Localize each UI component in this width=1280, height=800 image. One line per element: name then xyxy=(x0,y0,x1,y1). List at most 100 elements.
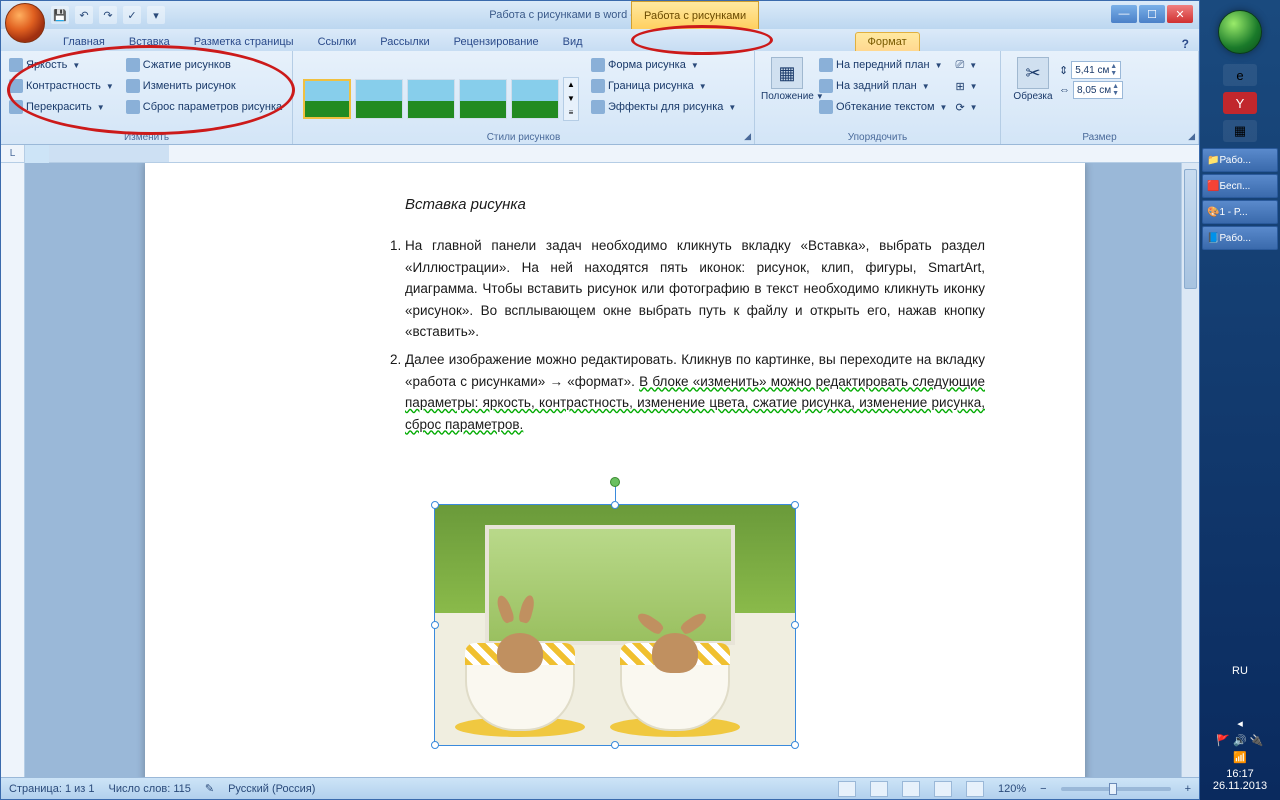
tab-insert[interactable]: Вставка xyxy=(117,33,182,51)
send-to-back-button[interactable]: На задний план▼ xyxy=(817,76,949,96)
taskbar-item[interactable]: 📘 Рабо... xyxy=(1202,226,1278,250)
zoom-out-button[interactable]: − xyxy=(1040,783,1046,795)
styles-dialog-launcher[interactable]: ◢ xyxy=(744,131,751,142)
status-proofing-icon[interactable]: ✎ xyxy=(205,782,214,795)
tab-view[interactable]: Вид xyxy=(551,33,595,51)
zoom-level[interactable]: 120% xyxy=(998,783,1026,795)
vertical-scrollbar[interactable] xyxy=(1181,163,1199,777)
view-outline-button[interactable] xyxy=(934,781,952,797)
view-full-screen-button[interactable] xyxy=(870,781,888,797)
brightness-button[interactable]: Яркость▼ xyxy=(7,55,116,75)
document-area: Вставка рисунка На главной панели задач … xyxy=(1,163,1199,777)
vertical-ruler[interactable] xyxy=(1,163,25,777)
tab-home[interactable]: Главная xyxy=(51,33,117,51)
qat-redo-icon[interactable]: ↷ xyxy=(99,6,117,24)
language-indicator[interactable]: RU xyxy=(1200,665,1280,677)
tab-review[interactable]: Рецензирование xyxy=(442,33,551,51)
taskbar-item[interactable]: 📁 Рабо... xyxy=(1202,148,1278,172)
taskbar-item[interactable]: 🟥 Бесп... xyxy=(1202,174,1278,198)
group-label-arrange: Упорядочить xyxy=(755,132,1000,143)
position-button[interactable]: ▦ Положение▼ xyxy=(761,53,813,144)
tray-app-icon[interactable]: ▦ xyxy=(1223,120,1257,142)
rotate-button[interactable]: ⟳▼ xyxy=(953,97,979,117)
text-wrapping-button[interactable]: Обтекание текстом▼ xyxy=(817,97,949,117)
scrollbar-thumb[interactable] xyxy=(1184,169,1197,289)
resize-handle[interactable] xyxy=(791,501,799,509)
picture-styles-gallery[interactable]: ▲▼≡ xyxy=(299,53,583,144)
resize-handle[interactable] xyxy=(791,621,799,629)
view-print-layout-button[interactable] xyxy=(838,781,856,797)
style-thumb[interactable] xyxy=(303,79,351,119)
picture-border-button[interactable]: Граница рисунка▼ xyxy=(589,76,738,96)
taskbar-item[interactable]: 🎨 1 - P... xyxy=(1202,200,1278,224)
close-button[interactable]: ✕ xyxy=(1167,5,1193,23)
status-word-count[interactable]: Число слов: 115 xyxy=(109,783,191,795)
change-picture-button[interactable]: Изменить рисунок xyxy=(124,76,284,96)
resize-handle[interactable] xyxy=(431,741,439,749)
systray-icons[interactable]: 🚩 🔊 🔌 xyxy=(1200,734,1280,747)
picture-shape-button[interactable]: Форма рисунка▼ xyxy=(589,55,738,75)
systray-signal-icon[interactable]: 📶 xyxy=(1200,751,1280,764)
width-input[interactable]: 8,05 см▲▼ xyxy=(1073,81,1123,99)
qat-save-icon[interactable]: 💾 xyxy=(51,6,69,24)
front-icon xyxy=(819,58,833,72)
height-input[interactable]: 5,41 см▲▼ xyxy=(1071,61,1121,79)
start-button[interactable] xyxy=(1218,10,1262,54)
qat-more-icon[interactable]: ▾ xyxy=(147,6,165,24)
reset-icon xyxy=(126,100,140,114)
crop-button[interactable]: ✂ Обрезка xyxy=(1007,53,1059,144)
tab-page-layout[interactable]: Разметка страницы xyxy=(182,33,306,51)
zoom-in-button[interactable]: + xyxy=(1185,783,1191,795)
group-button[interactable]: ⊞▼ xyxy=(953,76,979,96)
resize-handle[interactable] xyxy=(791,741,799,749)
status-bar: Страница: 1 из 1 Число слов: 115 ✎ Русск… xyxy=(1,777,1199,799)
compress-pictures-button[interactable]: Сжатие рисунков xyxy=(124,55,284,75)
style-thumb[interactable] xyxy=(459,79,507,119)
brightness-icon xyxy=(9,58,23,72)
maximize-button[interactable]: ☐ xyxy=(1139,5,1165,23)
horizontal-ruler[interactable] xyxy=(49,145,1199,163)
style-thumb[interactable] xyxy=(407,79,455,119)
contrast-icon xyxy=(9,79,23,93)
style-thumb[interactable] xyxy=(511,79,559,119)
rotate-handle[interactable] xyxy=(610,477,620,487)
document-page[interactable]: Вставка рисунка На главной панели задач … xyxy=(145,163,1085,777)
ruler-corner[interactable]: L xyxy=(1,145,25,163)
style-thumb[interactable] xyxy=(355,79,403,119)
recolor-button[interactable]: Перекрасить▼ xyxy=(7,97,116,117)
size-dialog-launcher[interactable]: ◢ xyxy=(1188,131,1195,142)
bring-to-front-button[interactable]: На передний план▼ xyxy=(817,55,949,75)
view-web-layout-button[interactable] xyxy=(902,781,920,797)
clock-time[interactable]: 16:17 xyxy=(1200,768,1280,780)
contrast-button[interactable]: Контрастность▼ xyxy=(7,76,116,96)
status-page[interactable]: Страница: 1 из 1 xyxy=(9,783,95,795)
help-icon[interactable]: ? xyxy=(1182,37,1189,51)
qat-spelling-icon[interactable]: ✓ xyxy=(123,6,141,24)
zoom-slider[interactable] xyxy=(1061,787,1171,791)
resize-handle[interactable] xyxy=(611,741,619,749)
ribbon-tabs: Главная Вставка Разметка страницы Ссылки… xyxy=(1,29,1199,51)
tray-yandex-icon[interactable]: Y xyxy=(1223,92,1257,114)
group-label-styles: Стили рисунков xyxy=(293,132,754,143)
qat-undo-icon[interactable]: ↶ xyxy=(75,6,93,24)
status-language[interactable]: Русский (Россия) xyxy=(228,783,315,795)
tab-mailings[interactable]: Рассылки xyxy=(368,33,441,51)
align-button[interactable]: ⎚▼ xyxy=(953,55,979,75)
clock-date[interactable]: 26.11.2013 xyxy=(1200,780,1280,792)
effects-icon xyxy=(591,100,605,114)
crop-icon: ✂ xyxy=(1017,57,1049,89)
inserted-image[interactable] xyxy=(435,505,795,745)
office-button[interactable] xyxy=(5,3,45,43)
systray-arrow[interactable]: ◂ xyxy=(1200,717,1280,730)
height-input-row: ⇕ 5,41 см▲▼ xyxy=(1059,61,1123,79)
tab-format[interactable]: Формат xyxy=(855,32,920,51)
view-draft-button[interactable] xyxy=(966,781,984,797)
list-item: На главной панели задач необходимо кликн… xyxy=(405,235,1025,343)
picture-effects-button[interactable]: Эффекты для рисунка▼ xyxy=(589,97,738,117)
gallery-more-button[interactable]: ▲▼≡ xyxy=(563,77,579,121)
minimize-button[interactable]: — xyxy=(1111,5,1137,23)
reset-picture-button[interactable]: Сброс параметров рисунка xyxy=(124,97,284,117)
tab-references[interactable]: Ссылки xyxy=(306,33,369,51)
tray-ie-icon[interactable]: e xyxy=(1223,64,1257,86)
wrap-icon xyxy=(819,100,833,114)
